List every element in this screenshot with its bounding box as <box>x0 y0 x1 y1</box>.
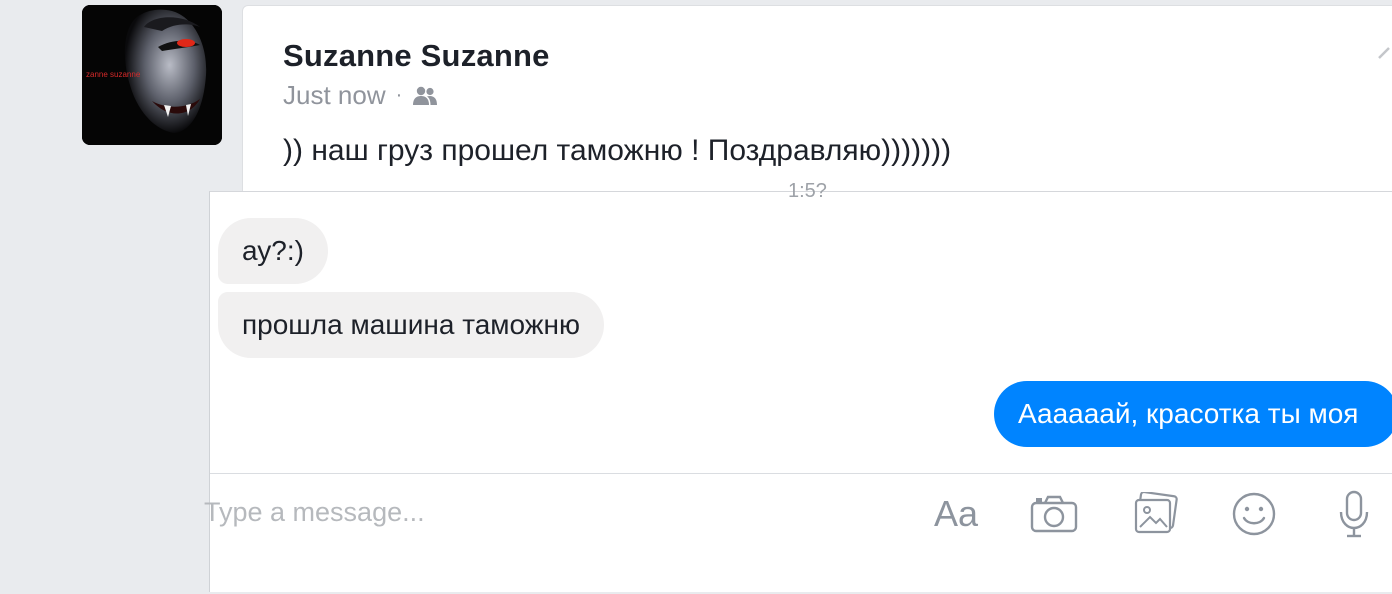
outgoing-message-bubble[interactable]: Аааааай, красотка ты моя <box>994 381 1392 447</box>
meta-separator: · <box>395 84 403 106</box>
vampire-avatar-image: zanne suzanne <box>82 5 222 145</box>
post-options-chevron-icon[interactable] <box>1377 46 1391 75</box>
photo-gallery-icon[interactable] <box>1130 488 1182 540</box>
camera-icon[interactable] <box>1028 488 1080 540</box>
post-text: )) наш груз прошел таможню ! Поздравляю)… <box>283 134 952 167</box>
avatar-caption: zanne suzanne <box>86 70 141 79</box>
message-input[interactable] <box>204 492 884 532</box>
emoji-icon[interactable] <box>1228 488 1280 540</box>
post-meta: Just now · <box>283 80 438 111</box>
friends-icon[interactable] <box>412 85 438 107</box>
post-timestamp[interactable]: Just now <box>283 80 386 111</box>
incoming-message-bubble[interactable]: ау?:) <box>218 218 328 284</box>
messenger-chat-window: 1:5? ау?:) прошла машина таможню Аааааай… <box>204 180 1392 594</box>
feed-post-card: Suzanne Suzanne Just now · )) наш груз п… <box>242 5 1392 207</box>
post-author-name[interactable]: Suzanne Suzanne <box>283 38 550 74</box>
incoming-message-bubble[interactable]: прошла машина таможню <box>218 292 604 358</box>
text-format-icon[interactable]: Aa <box>930 488 982 540</box>
microphone-icon[interactable] <box>1328 488 1380 540</box>
chat-timestamp: 1:5? <box>788 180 827 202</box>
message-composer: Aa <box>204 473 1392 594</box>
author-avatar[interactable]: zanne suzanne <box>82 5 222 145</box>
